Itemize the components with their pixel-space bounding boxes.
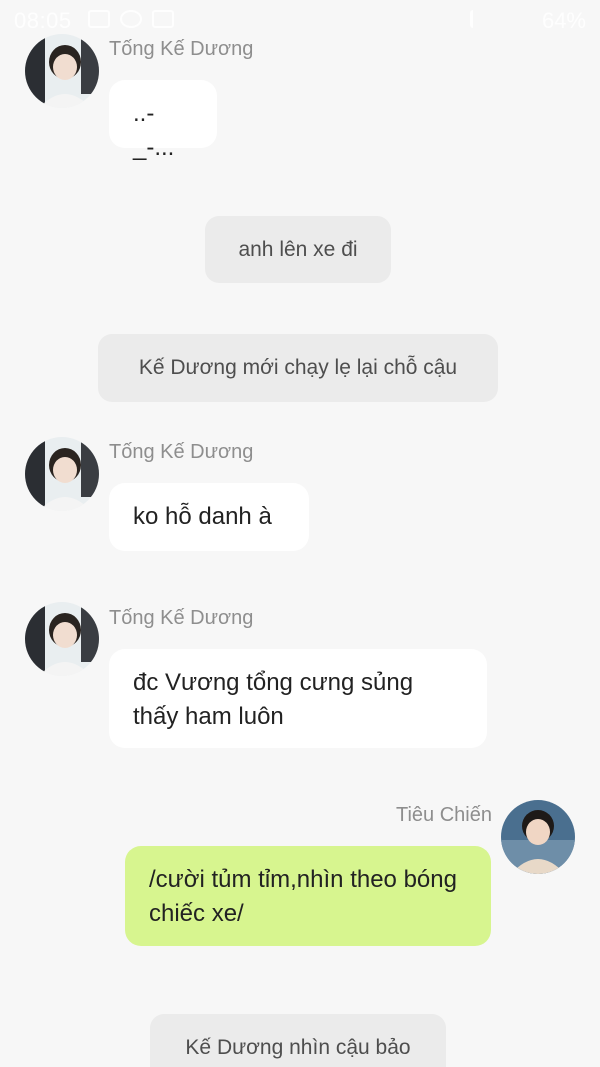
system-message-text: Kế Dương mới chạy lẹ lại chỗ cậu	[138, 356, 458, 379]
sender-name: Tống Kế Dương	[109, 607, 254, 629]
eye-icon	[120, 10, 142, 28]
sender-name: Tống Kế Dương	[109, 441, 254, 463]
avatar[interactable]	[25, 34, 99, 108]
avatar-photo-icon	[25, 34, 99, 108]
battery-level: 64%	[541, 8, 586, 33]
message-bubble[interactable]: /cười tủm tỉm,nhìn theo bóng chiếc xe/	[125, 846, 491, 946]
status-bar: 08:05 64%	[0, 0, 600, 40]
system-message: Kế Dương nhìn cậu bảo	[150, 1014, 446, 1067]
chat-screen: 08:05 64% Tống Kế Dương ..-_-... anh lên…	[0, 0, 600, 1067]
signal-icon	[470, 10, 492, 28]
system-message: anh lên xe đi	[205, 216, 391, 283]
avatar[interactable]	[501, 800, 575, 874]
message-bubble[interactable]: ..-_-...	[109, 80, 217, 161]
status-time: 08:05	[14, 8, 72, 33]
avatar-photo-icon	[501, 800, 575, 874]
system-message-text: anh lên xe đi	[238, 238, 358, 261]
message-bubble[interactable]: ko hỗ danh à	[109, 483, 309, 551]
message-text: /cười tủm tỉm,nhìn theo bóng chiếc xe/	[149, 866, 457, 927]
system-message: Kế Dương mới chạy lẹ lại chỗ cậu	[98, 334, 498, 402]
message-text: đc Vương tổng cưng sủng thấy ham luôn	[133, 669, 414, 730]
avatar[interactable]	[25, 602, 99, 676]
message-text: ..-_-...	[133, 100, 175, 161]
message-icon	[152, 10, 174, 28]
image-icon	[88, 10, 110, 28]
message-text: ko hỗ danh à	[133, 503, 272, 530]
sender-name: Tiêu Chiến	[396, 804, 492, 826]
avatar-photo-icon	[25, 602, 99, 676]
avatar[interactable]	[25, 437, 99, 511]
avatar-photo-icon	[25, 437, 99, 511]
sender-name: Tống Kế Dương	[109, 38, 254, 60]
system-message-text: Kế Dương nhìn cậu bảo	[185, 1036, 411, 1059]
message-bubble[interactable]: đc Vương tổng cưng sủng thấy ham luôn	[109, 649, 487, 748]
